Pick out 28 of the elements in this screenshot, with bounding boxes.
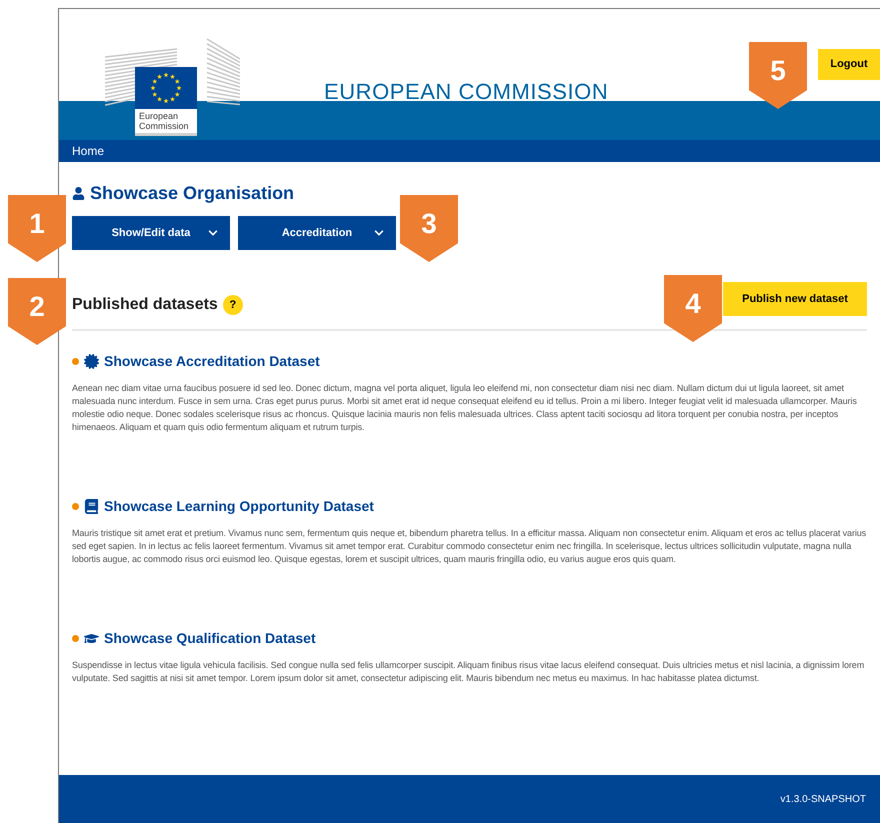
version-label: v1.3.0-SNAPSHOT — [780, 792, 866, 806]
dataset-description: Mauris tristique sit amet erat et pretium. Vivamus nunc sem, fermentum quis neque et, bibendum pharetra tellus. In a efficitur massa. Aliquam non consectetur enim. Aliquam et eros ac tellus placerat varius sed eget sapien. In in lectus ac felis laoreet fermentum. Vivamus sit amet tempor erat. Curabitur commodo consectetur enim nec fringilla. In scelerisque, lectus ultrices sollicitudin vulputate, magna nulla lobortis augue, ac commodo risus orci euismod leo. Quisque egestas, lorem et suscipit ultrices, quam mauris fringilla odio, eu varius augue eros quis quam. — [72, 527, 867, 566]
logout-button[interactable]: Logout — [818, 49, 880, 80]
site-title: EUROPEAN COMMISSION — [324, 78, 608, 106]
seal-icon — [84, 354, 99, 369]
publish-button[interactable]: Publish new dataset — [723, 282, 867, 316]
dropdown-button[interactable]: Accreditation — [238, 216, 396, 250]
chevron-icon — [208, 228, 218, 238]
section-title: Published datasets — [72, 295, 218, 315]
dataset-title[interactable]: Showcase Learning Opportunity Dataset — [104, 496, 374, 517]
step-marker: 3 — [400, 195, 458, 262]
dataset-title[interactable]: Showcase Qualification Dataset — [104, 628, 316, 649]
logo-caption: European Commission — [135, 109, 197, 136]
step-marker: 4 — [664, 275, 722, 342]
graduation-cap-icon — [84, 631, 99, 646]
step-marker: 1 — [8, 195, 66, 262]
dropdown-button[interactable]: Show/Edit data — [72, 216, 230, 250]
home-link[interactable]: Home — [72, 142, 104, 160]
dataset-description: Suspendisse in lectus vitae ligula vehicula facilisis. Sed congue nulla sed felis ullamcorper suscipit. Aliquam finibus risus vitae lacus eleifend consequat. Duis ultricies metus et nisl lacinia, a dignissim lorem vulputate. Sed sagittis at nisi sit amet tempor. Lorem ipsum dolor sit amet, consectetur adipiscing elit. Mauris bibendum nec metus eu maximus. In hac habitasse platea dictumst. — [72, 659, 866, 685]
user-icon — [72, 187, 85, 200]
book-icon — [84, 499, 99, 514]
chevron-icon — [374, 228, 384, 238]
dataset-title[interactable]: Showcase Accreditation Dataset — [104, 351, 320, 372]
step-marker: 2 — [8, 278, 66, 345]
dataset-description: Aenean nec diam vitae urna faucibus posuere id sed leo. Donec dictum, magna vel porta aliquet, ligula leo eleifend mi, non consectetur diam nisi nec diam. Nullam dictum dui ut ligula laoreet, sit amet malesuada nunc interdum. Fusce in sem urna. Cras eget purus purus. Morbi sit amet erat id neque consequat eleifend eu id tellus. Proin a mi libero. Integer feugiat velit id malesuada ullamcorper. Mauris molestie odio neque. Donec sodales scelerisque risus ac rhoncus. Quisque lacinia mauris non felis malesuada ultrices. Class aptent taciti sociosqu ad litora torquent per conubia nostra, per inceptos himenaeos. Aliquam et quam quis odio fermentum aliquam et rutrum turpis. — [72, 382, 858, 434]
help-icon[interactable]: ? — [222, 295, 243, 315]
flag-icon — [135, 67, 197, 109]
organisation-name: Showcase Organisation — [90, 182, 294, 205]
